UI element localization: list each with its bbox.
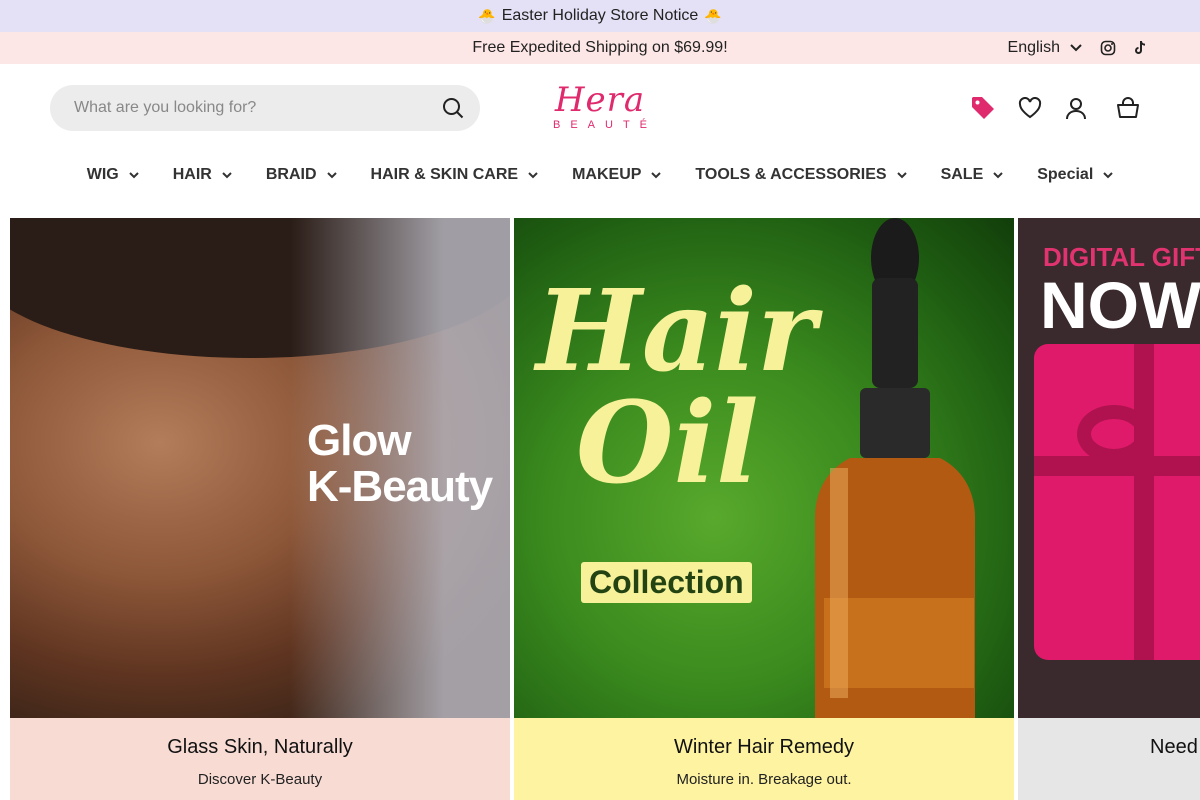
gift-now-text: NOW (1040, 268, 1200, 342)
header-actions (970, 86, 1140, 130)
chevron-down-icon (1103, 171, 1113, 178)
image-hair-shape (10, 218, 510, 358)
site-header: Hera BEAUTÉ (0, 64, 1200, 150)
tag-icon[interactable] (970, 95, 996, 121)
overlay-line: K-Beauty (307, 462, 493, 511)
logo-subtitle: BEAUTÉ (552, 119, 657, 131)
logo-wordmark: Hera (554, 80, 646, 120)
nav-label: BRAID (265, 166, 317, 183)
chevron-down-icon (651, 171, 662, 178)
card-subtitle: Moisture in. Breakage out. (676, 771, 852, 788)
nav-item-sale[interactable]: SALE (924, 166, 1021, 184)
store-notice-text[interactable]: Easter Holiday Store Notice (502, 7, 699, 25)
nav-item-hair[interactable]: HAIR (156, 166, 249, 184)
nav-item-special[interactable]: Special (1020, 166, 1130, 184)
k-beauty-image: Glow K-Beauty (10, 218, 510, 718)
shipping-text: Free Expedited Shipping on $69.99! (472, 39, 728, 56)
card-footer: Winter Hair Remedy Moisture in. Breakage… (514, 718, 1014, 800)
user-icon[interactable] (1064, 96, 1088, 120)
card-footer: Need (1018, 718, 1200, 800)
promo-card-hair-oil[interactable]: Hair Oil Collection Winter Hair Remedy M… (514, 218, 1014, 800)
nav-item-braid[interactable]: BRAID (249, 166, 354, 184)
utility-links: English (1008, 32, 1148, 64)
overlay-line: Glow (307, 416, 412, 465)
nav-label: WIG (86, 166, 119, 183)
shipping-bar: Free Expedited Shipping on $69.99! Engli… (0, 32, 1200, 64)
promo-card-gift-card[interactable]: DIGITAL GIFT NOW Need (1018, 218, 1200, 800)
chick-icon: 🐣 (704, 7, 722, 24)
nav-label: TOOLS & ACCESSORIES (695, 166, 887, 183)
card-title: Need (1150, 736, 1198, 758)
gift-card-shape (1034, 344, 1200, 660)
hair-oil-image: Hair Oil Collection (514, 218, 1014, 718)
store-notice-bar[interactable]: 🐣 Easter Holiday Store Notice 🐣 (0, 0, 1200, 32)
card-subtitle: Discover K-Beauty (197, 771, 323, 788)
overlay-line: Oil (576, 378, 759, 509)
chevron-down-icon (129, 171, 139, 178)
k-beauty-overlay: Glow K-Beauty (307, 416, 493, 511)
nav-label: MAKEUP (572, 166, 642, 183)
chevron-down-icon (326, 171, 337, 178)
nav-item-makeup[interactable]: MAKEUP (555, 166, 678, 184)
language-selector[interactable]: English (1008, 39, 1082, 57)
hair-oil-overlay: Hair Oil (536, 276, 816, 500)
chevron-down-icon (528, 171, 538, 178)
chick-icon: 🐣 (478, 7, 496, 24)
chevron-down-icon (896, 171, 907, 178)
nav-label: HAIR & SKIN CARE (370, 166, 519, 183)
ribbon-icon (1034, 344, 1200, 660)
promo-card-k-beauty[interactable]: Glow K-Beauty Glass Skin, Naturally Disc… (10, 218, 510, 800)
tiktok-icon[interactable] (1134, 40, 1148, 56)
overlay-line: Hair (536, 266, 816, 397)
cart-icon[interactable] (1116, 97, 1140, 119)
card-title: Winter Hair Remedy (673, 736, 855, 758)
heart-icon[interactable] (1018, 97, 1042, 119)
card-footer: Glass Skin, Naturally Discover K-Beauty (10, 718, 510, 800)
instagram-icon[interactable] (1100, 40, 1116, 56)
nav-label: Special (1037, 166, 1094, 183)
chevron-down-icon (993, 171, 1003, 178)
gift-card-image: DIGITAL GIFT NOW (1018, 218, 1200, 718)
social-links (1100, 40, 1148, 56)
promo-carousel: Glow K-Beauty Glass Skin, Naturally Disc… (10, 218, 1200, 800)
nav-item-hair-skin-care[interactable]: HAIR & SKIN CARE (354, 166, 556, 184)
nav-item-wig[interactable]: WIG (70, 166, 156, 184)
brand-logo[interactable]: Hera BEAUTÉ (530, 82, 670, 134)
dropper-bottle-illustration (815, 218, 975, 718)
nav-item-tools-accessories[interactable]: TOOLS & ACCESSORIES (678, 166, 923, 184)
language-label: English (1007, 39, 1060, 56)
collection-badge: Collection (581, 562, 752, 603)
chevron-down-icon (1070, 44, 1082, 52)
nav-label: HAIR (172, 166, 212, 183)
search-icon[interactable] (442, 97, 464, 119)
main-navigation: WIG HAIR BRAID HAIR & SKIN CARE MAKEUP T… (0, 150, 1200, 210)
search-bar[interactable] (50, 85, 480, 131)
nav-label: SALE (940, 166, 984, 183)
card-title: Glass Skin, Naturally (167, 736, 353, 758)
search-input[interactable] (74, 99, 442, 117)
chevron-down-icon (222, 171, 232, 178)
